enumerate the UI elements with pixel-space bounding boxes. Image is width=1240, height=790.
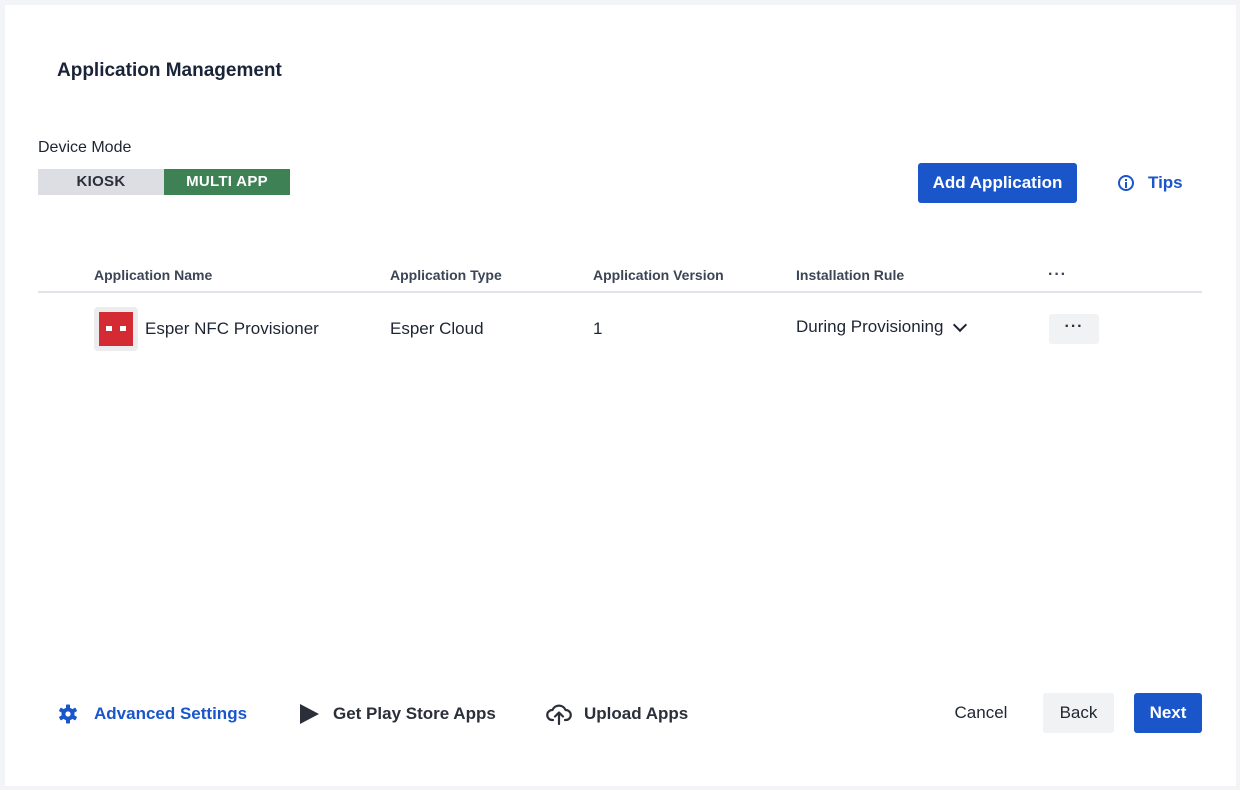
row-more-options-button[interactable]: ··· bbox=[1049, 314, 1099, 344]
column-header-more-options[interactable]: ··· bbox=[1048, 266, 1067, 284]
back-button[interactable]: Back bbox=[1043, 693, 1114, 733]
device-mode-toggle: KIOSK MULTI APP bbox=[38, 169, 290, 195]
app-version-cell: 1 bbox=[593, 319, 603, 338]
installation-rule-value: During Provisioning bbox=[796, 317, 944, 336]
app-icon bbox=[94, 307, 138, 351]
tips-label: Tips bbox=[1148, 173, 1183, 192]
cancel-button[interactable]: Cancel bbox=[940, 693, 1022, 733]
installation-rule-dropdown[interactable]: During Provisioning bbox=[796, 317, 968, 337]
column-header-application-type: Application Type bbox=[390, 267, 502, 283]
device-mode-label: Device Mode bbox=[38, 139, 132, 156]
cloud-upload-icon bbox=[546, 704, 572, 725]
upload-apps-link[interactable]: Upload Apps bbox=[546, 703, 688, 725]
page-title: Application Management bbox=[57, 60, 282, 81]
upload-apps-label: Upload Apps bbox=[584, 704, 689, 723]
play-store-label: Get Play Store Apps bbox=[333, 704, 496, 723]
next-button[interactable]: Next bbox=[1134, 693, 1202, 733]
column-header-application-name: Application Name bbox=[94, 267, 213, 283]
play-icon bbox=[300, 704, 319, 724]
application-management-card bbox=[5, 5, 1236, 786]
app-type-cell: Esper Cloud bbox=[390, 319, 484, 338]
get-play-store-apps-link[interactable]: Get Play Store Apps bbox=[300, 703, 496, 725]
tips-link[interactable]: Tips bbox=[1118, 172, 1183, 194]
info-icon bbox=[1118, 175, 1134, 191]
chevron-down-icon bbox=[953, 317, 968, 332]
mode-option-multi-app[interactable]: MULTI APP bbox=[164, 169, 290, 195]
table-header-divider bbox=[38, 291, 1202, 293]
column-header-installation-rule: Installation Rule bbox=[796, 267, 905, 283]
advanced-settings-label: Advanced Settings bbox=[94, 704, 248, 723]
advanced-settings-link[interactable]: Advanced Settings bbox=[58, 703, 247, 725]
mode-option-kiosk[interactable]: KIOSK bbox=[38, 169, 164, 195]
add-application-button[interactable]: Add Application bbox=[918, 163, 1077, 203]
app-name-cell: Esper NFC Provisioner bbox=[145, 319, 319, 338]
gear-icon bbox=[59, 704, 77, 724]
column-header-application-version: Application Version bbox=[593, 267, 724, 283]
